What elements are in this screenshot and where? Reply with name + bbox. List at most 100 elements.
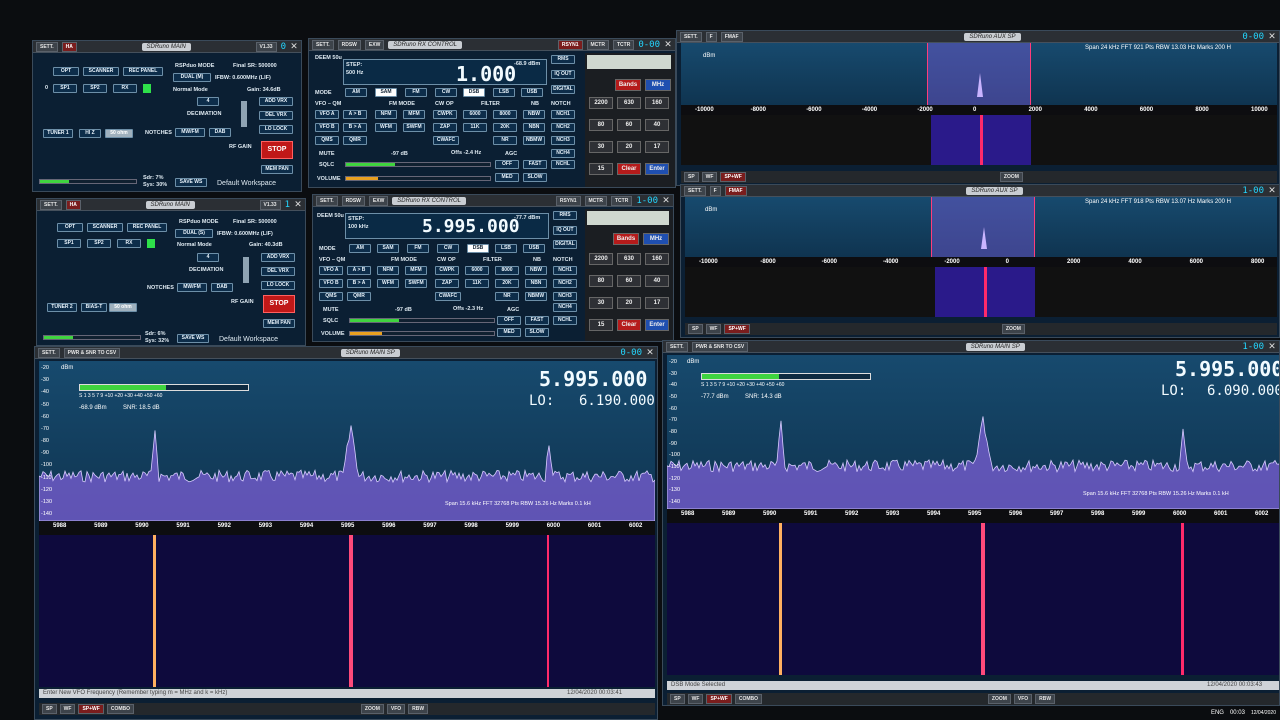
add-vrx-button[interactable]: ADD VRX: [259, 97, 293, 106]
sp-button[interactable]: SP: [42, 704, 57, 714]
sett-button[interactable]: SETT.: [316, 195, 338, 206]
b-to-a-button[interactable]: B > A: [343, 123, 367, 132]
keypad-key-20[interactable]: 20: [617, 297, 641, 309]
close-icon[interactable]: ✕: [290, 41, 298, 52]
keypad-key-60[interactable]: 60: [617, 119, 641, 131]
main-frequency[interactable]: 5.995.000: [539, 367, 647, 391]
keypad-key-40[interactable]: 40: [645, 275, 669, 287]
cwafc-button[interactable]: CWAFC: [433, 136, 459, 145]
keypad-key-80[interactable]: 80: [589, 275, 613, 287]
filter-11k[interactable]: 11K: [463, 123, 487, 132]
keypad-key-15[interactable]: 15: [589, 163, 613, 175]
a-to-b-button[interactable]: A > B: [343, 110, 367, 119]
bias-t-button[interactable]: BIAS-T: [81, 303, 107, 312]
swfm-button[interactable]: SWFM: [405, 279, 427, 288]
bands-button[interactable]: Bands: [613, 233, 639, 245]
wfm-button[interactable]: WFM: [377, 279, 399, 288]
mctr-button[interactable]: MCTR: [584, 195, 607, 206]
mode-lsb[interactable]: LSB: [493, 88, 515, 97]
clock-date[interactable]: 12/04/2020: [1251, 710, 1276, 716]
zoom-control[interactable]: ZOOM: [1001, 324, 1025, 334]
rms-button[interactable]: RMS: [553, 211, 577, 220]
clock-time[interactable]: 00:03: [1230, 710, 1245, 716]
main-spectrum[interactable]: dBm -20 -30 -40 -50 -60 -70 -80 -90 -100 -110 -120…: [39, 361, 655, 521]
mode-cw[interactable]: CW: [437, 244, 459, 253]
mfm-button[interactable]: MFM: [405, 266, 427, 275]
keypad-key-2200[interactable]: 2200: [589, 253, 613, 265]
main-frequency[interactable]: 5.995.000: [1175, 357, 1279, 381]
keypad-key-40[interactable]: 40: [645, 119, 669, 131]
keypad-key-160[interactable]: 160: [645, 97, 669, 109]
zap-button[interactable]: ZAP: [433, 123, 457, 132]
add-vrx-button[interactable]: ADD VRX: [261, 253, 295, 262]
sett-button[interactable]: SETT.: [666, 341, 688, 352]
mode-fm[interactable]: FM: [405, 88, 427, 97]
nfm-button[interactable]: NFM: [377, 266, 399, 275]
close-icon[interactable]: ✕: [646, 347, 654, 358]
close-icon[interactable]: ✕: [1268, 31, 1276, 42]
tctr-button[interactable]: TCTR: [610, 195, 633, 206]
ha-button[interactable]: HA: [65, 199, 81, 210]
sett-button[interactable]: SETT.: [36, 41, 58, 52]
mode-am[interactable]: AM: [345, 88, 367, 97]
keypad-key-enter[interactable]: Enter: [645, 163, 669, 175]
squelch-meter[interactable]: [345, 162, 491, 167]
keypad-key-80[interactable]: 80: [589, 119, 613, 131]
wfm-button[interactable]: WFM: [375, 123, 397, 132]
bands-button[interactable]: Bands: [615, 79, 641, 91]
mem-pan-button[interactable]: MEM PAN: [263, 319, 295, 328]
qms-button[interactable]: QMS: [315, 136, 339, 145]
mode-usb[interactable]: USB: [523, 244, 545, 253]
filter-8000[interactable]: 8000: [495, 266, 519, 275]
dab-button[interactable]: DAB: [211, 283, 233, 292]
squelch-meter[interactable]: [349, 318, 495, 323]
decimation-value[interactable]: 4: [197, 253, 219, 262]
filter-8000[interactable]: 8000: [493, 110, 517, 119]
wf-button[interactable]: WF: [705, 324, 722, 334]
pwr-snr-csv-button[interactable]: PWR & SNR TO CSV: [63, 347, 121, 358]
filter-6000[interactable]: 6000: [463, 110, 487, 119]
sp1-button[interactable]: SP1: [53, 84, 77, 93]
nch2-button[interactable]: NCH2: [553, 279, 577, 288]
keypad-key-enter[interactable]: Enter: [645, 319, 669, 331]
mwfm-button[interactable]: MW/FM: [175, 128, 205, 137]
vfo-b-button[interactable]: VFO B: [319, 279, 343, 288]
lo-frequency[interactable]: 6.190.000: [579, 393, 655, 409]
mode-dsb[interactable]: DSB: [463, 88, 485, 97]
aux-waterfall[interactable]: [685, 267, 1277, 317]
sp-button[interactable]: SP: [670, 694, 685, 704]
del-vrx-button[interactable]: DEL VRX: [259, 111, 293, 120]
cwpk-button[interactable]: CWPK: [435, 266, 459, 275]
keypad-key-630[interactable]: 630: [617, 253, 641, 265]
rsyn-button[interactable]: RSYN1: [557, 39, 583, 50]
rdsw-button[interactable]: RDSW: [337, 39, 361, 50]
nch1-button[interactable]: NCH1: [551, 110, 575, 119]
sp2-button[interactable]: SP2: [83, 84, 107, 93]
zoom-control[interactable]: ZOOM: [987, 694, 1011, 704]
sp-wf-button[interactable]: SP+WF: [720, 172, 746, 182]
opt-button[interactable]: OPT: [57, 223, 83, 232]
sett-button[interactable]: SETT.: [312, 39, 334, 50]
nr-button[interactable]: NR: [495, 292, 519, 301]
vfo-frequency[interactable]: 1.000: [456, 62, 516, 86]
nbmw-button[interactable]: NBMW: [525, 292, 547, 301]
mute-label[interactable]: MUTE: [319, 151, 335, 157]
nch3-button[interactable]: NCH3: [551, 136, 575, 145]
zoom-control[interactable]: ZOOM: [999, 172, 1023, 182]
combo-button[interactable]: COMBO: [734, 694, 762, 704]
rbw-control[interactable]: RBW: [1035, 694, 1056, 704]
agc-slow-button[interactable]: SLOW: [525, 328, 549, 337]
ohm-button[interactable]: 50 ohm: [109, 303, 137, 312]
nch2-button[interactable]: NCH2: [551, 123, 575, 132]
exw-button[interactable]: EXW: [364, 39, 385, 50]
dual-mode-select[interactable]: DUAL (M): [173, 73, 211, 82]
close-icon[interactable]: ✕: [1268, 185, 1276, 196]
cwafc-button[interactable]: CWAFC: [435, 292, 461, 301]
decimation-value[interactable]: 4: [197, 97, 219, 106]
sp-button[interactable]: SP: [684, 172, 699, 182]
rec-panel-button[interactable]: REC PANEL: [127, 223, 167, 232]
rms-button[interactable]: RMS: [551, 55, 575, 64]
mode-fm[interactable]: FM: [407, 244, 429, 253]
sett-button[interactable]: SETT.: [38, 347, 60, 358]
agc-fast-button[interactable]: FAST: [523, 160, 547, 169]
